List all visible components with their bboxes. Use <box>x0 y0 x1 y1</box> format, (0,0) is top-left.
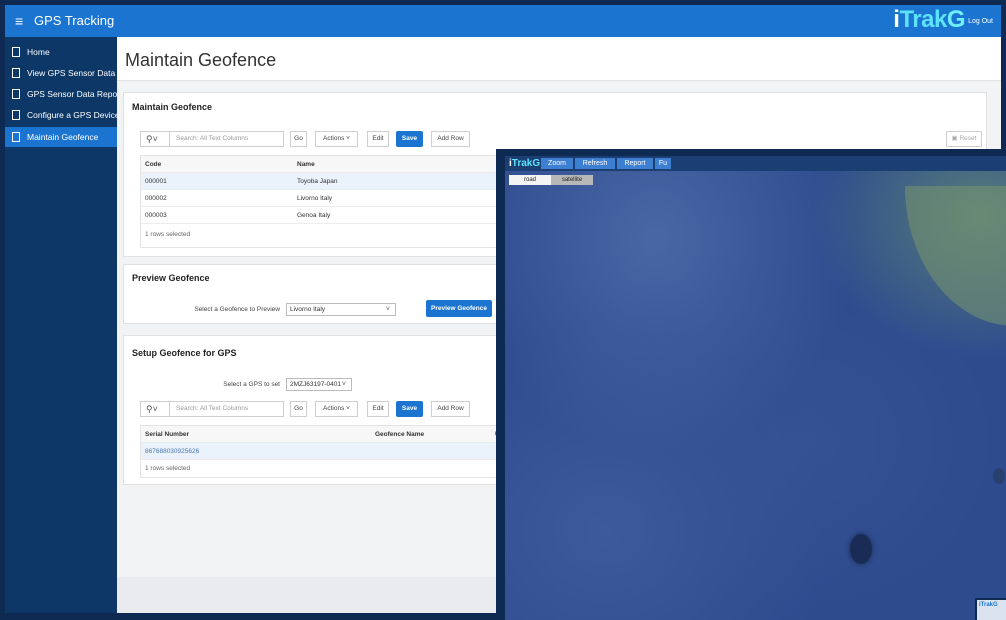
logo-trak: Trak <box>899 6 947 33</box>
actions-label: Actions <box>323 135 345 142</box>
logout-link[interactable]: Log Out <box>968 17 993 26</box>
island <box>993 468 1005 484</box>
map-window-frame: iTrakG Zoom Refresh Report Fu iTrakG roa… <box>496 149 1006 620</box>
map-window: iTrakG Zoom Refresh Report Fu iTrakG roa… <box>505 156 1006 620</box>
sidebar-item-label: GPS Sensor Data Report <box>27 89 117 99</box>
document-icon <box>12 110 20 120</box>
mini-window: iTrakG <box>975 598 1006 620</box>
sidebar-item-gps-sensor-data-report[interactable]: GPS Sensor Data Report <box>5 84 117 104</box>
edit-button[interactable]: Edit <box>367 401 389 417</box>
document-icon <box>12 132 20 142</box>
map-logo: iTrakG <box>509 157 540 170</box>
map-logo-g: G <box>532 158 541 169</box>
itrakg-logo: iTrakG <box>893 7 965 33</box>
add-row-button[interactable]: Add Row <box>431 401 470 417</box>
column-header-name[interactable]: Name <box>297 156 315 173</box>
sidebar-item-label: Home <box>27 47 50 57</box>
geofence-select[interactable]: Livorno Italy ˅ <box>286 303 396 316</box>
region-title: Setup Geofence for GPS <box>132 348 237 358</box>
page-header: Maintain Geofence <box>117 37 1001 81</box>
top-bar: ≡ GPS Tracking iTrakG Log Out <box>5 5 1001 37</box>
reset-icon: ▣ <box>951 135 958 142</box>
hamburger-icon[interactable]: ≡ <box>15 13 23 29</box>
actions-menu-button[interactable]: Actions ˅ <box>315 401 358 417</box>
search-input[interactable]: Search: All Text Columns <box>169 402 248 416</box>
document-icon <box>12 68 20 78</box>
cell-code: 000001 <box>145 178 167 185</box>
map-tab-refresh[interactable]: Refresh <box>575 158 615 169</box>
cell-code: 000003 <box>145 212 167 219</box>
page-title: Maintain Geofence <box>125 50 277 70</box>
chevron-down-icon: ˅ <box>385 306 390 313</box>
sidebar-item-label: Maintain Geofence <box>27 132 99 142</box>
actions-menu-button[interactable]: Actions ˅ <box>315 131 358 147</box>
logo-g: G <box>946 6 966 33</box>
map-tab-zoom[interactable]: Zoom <box>541 158 573 169</box>
gps-select-label: Select a GPS to set <box>223 381 280 388</box>
reset-button[interactable]: ▣ Reset <box>946 131 982 147</box>
save-button[interactable]: Save <box>396 131 423 147</box>
map-type-road-button[interactable]: road <box>509 175 551 185</box>
reset-label: Reset <box>959 135 977 142</box>
sidebar-item-label: Configure a GPS Device <box>27 110 117 120</box>
cell-code: 000002 <box>145 195 167 202</box>
save-button[interactable]: Save <box>396 401 423 417</box>
cell-name: Toyoba Japan <box>297 178 338 185</box>
map-type-satellite-button[interactable]: satellite <box>551 175 593 185</box>
go-button[interactable]: Go <box>290 131 307 147</box>
go-button[interactable]: Go <box>290 401 307 417</box>
region-title: Preview Geofence <box>132 273 210 283</box>
map-toolbar: iTrakG Zoom Refresh Report Fu <box>505 156 1006 171</box>
mini-logo: iTrakG <box>979 602 998 608</box>
add-row-button[interactable]: Add Row <box>431 131 470 147</box>
satellite-map[interactable]: iTrakG <box>505 171 1006 620</box>
column-header-geofence-name[interactable]: Geofence Name <box>375 426 424 443</box>
chevron-down-icon: ˅ <box>341 381 346 388</box>
sidebar-item-configure-gps-device[interactable]: Configure a GPS Device <box>5 105 117 125</box>
document-icon <box>12 47 20 57</box>
sidebar-item-maintain-geofence[interactable]: Maintain Geofence <box>5 127 117 147</box>
preview-select-label: Select a Geofence to Preview <box>194 306 280 313</box>
sidebar: Home View GPS Sensor Data a... GPS Senso… <box>5 37 117 613</box>
map-tab-more[interactable]: Fu <box>655 158 671 169</box>
actions-label: Actions <box>323 405 345 412</box>
search-icon[interactable]: ⚲˅ <box>146 133 158 145</box>
region-title: Maintain Geofence <box>132 102 213 112</box>
sidebar-item-label: View GPS Sensor Data a... <box>27 68 117 78</box>
search-icon[interactable]: ⚲˅ <box>146 403 158 415</box>
map-tab-report[interactable]: Report <box>617 158 653 169</box>
cell-serial-number: 867688030925626 <box>145 448 200 455</box>
island <box>850 534 872 564</box>
column-header-serial-number[interactable]: Serial Number <box>145 426 189 443</box>
document-icon <box>12 89 20 99</box>
map-logo-trak: Trak <box>511 158 533 169</box>
cell-name: Livorno Italy <box>297 195 333 202</box>
gps-select[interactable]: 2MZJ63197-0401 ˅ <box>286 378 352 391</box>
sidebar-item-home[interactable]: Home <box>5 42 117 62</box>
edit-button[interactable]: Edit <box>367 131 389 147</box>
app-title: GPS Tracking <box>34 13 115 28</box>
search-input[interactable]: Search: All Text Columns <box>169 132 248 146</box>
search-box: ⚲˅ Search: All Text Columns <box>140 401 284 417</box>
chevron-down-icon: ˅ <box>346 405 350 412</box>
preview-geofence-button[interactable]: Preview Geofence <box>426 300 492 317</box>
chevron-down-icon: ˅ <box>346 135 350 142</box>
search-box: ⚲˅ Search: All Text Columns <box>140 131 284 147</box>
sidebar-item-view-gps-sensor-data[interactable]: View GPS Sensor Data a... <box>5 63 117 83</box>
gps-select-value: 2MZJ63197-0401 <box>290 381 341 388</box>
cell-name: Genoa Italy <box>297 212 331 219</box>
column-header-code[interactable]: Code <box>145 156 161 173</box>
coastline <box>905 186 1006 326</box>
geofence-select-value: Livorno Italy <box>290 306 326 313</box>
